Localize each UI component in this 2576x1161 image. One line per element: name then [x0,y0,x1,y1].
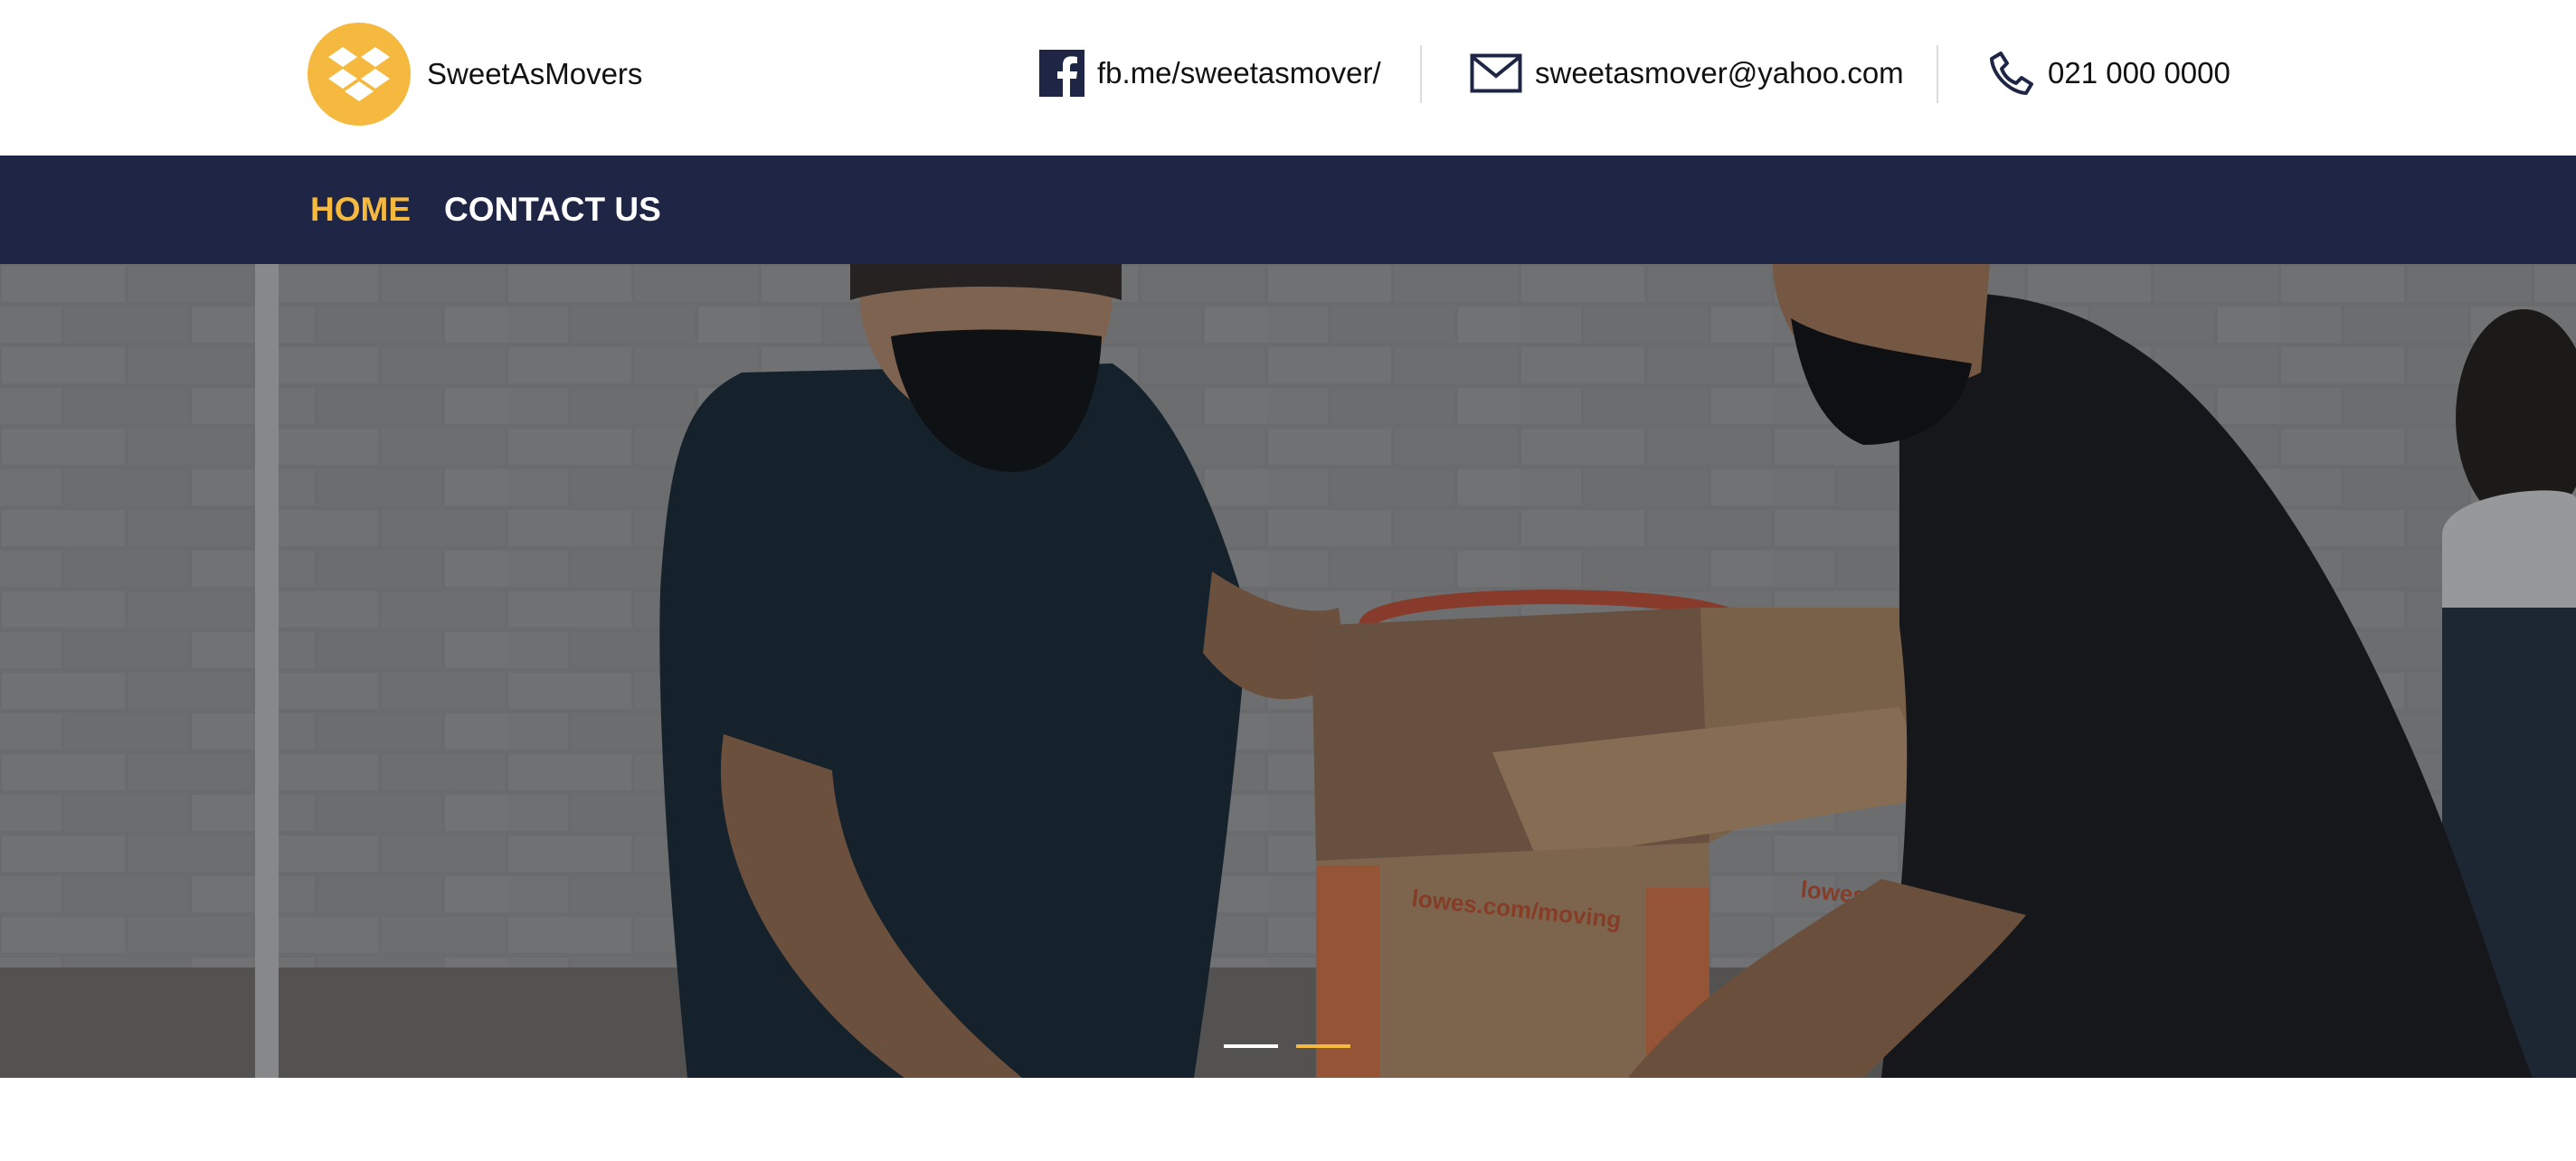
phone-icon [1988,50,2035,97]
divider [1937,45,1938,103]
slide-indicator-1[interactable] [1224,1044,1278,1048]
hero-image: lowes.com/moving lowes.com [0,264,2576,1078]
email-link[interactable]: sweetasmover@yahoo.com [1470,45,1904,101]
phone-link[interactable]: 021 000 0000 [1988,45,2230,101]
main-nav: HOME CONTACT US [0,156,2576,264]
nav-item-contact-us[interactable]: CONTACT US [444,156,661,264]
facebook-text[interactable]: fb.me/sweetasmover/ [1097,56,1381,90]
brand[interactable]: SweetAsMovers [308,23,642,126]
mail-icon [1470,53,1522,93]
brand-name[interactable]: SweetAsMovers [427,57,642,91]
dropbox-box-icon [328,47,390,101]
hero-banner: lowes.com/moving lowes.com [0,264,2576,1078]
nav-item-home[interactable]: HOME [310,156,411,264]
email-text[interactable]: sweetasmover@yahoo.com [1535,56,1904,90]
slide-indicator-2[interactable] [1296,1044,1350,1048]
logo[interactable] [308,23,411,126]
divider [1420,45,1422,103]
top-bar: SweetAsMovers fb.me/sweetasmover/ sweeta… [0,0,2576,156]
facebook-link[interactable]: fb.me/sweetasmover/ [1039,45,1381,101]
phone-text[interactable]: 021 000 0000 [2048,56,2230,90]
facebook-icon [1039,50,1084,97]
